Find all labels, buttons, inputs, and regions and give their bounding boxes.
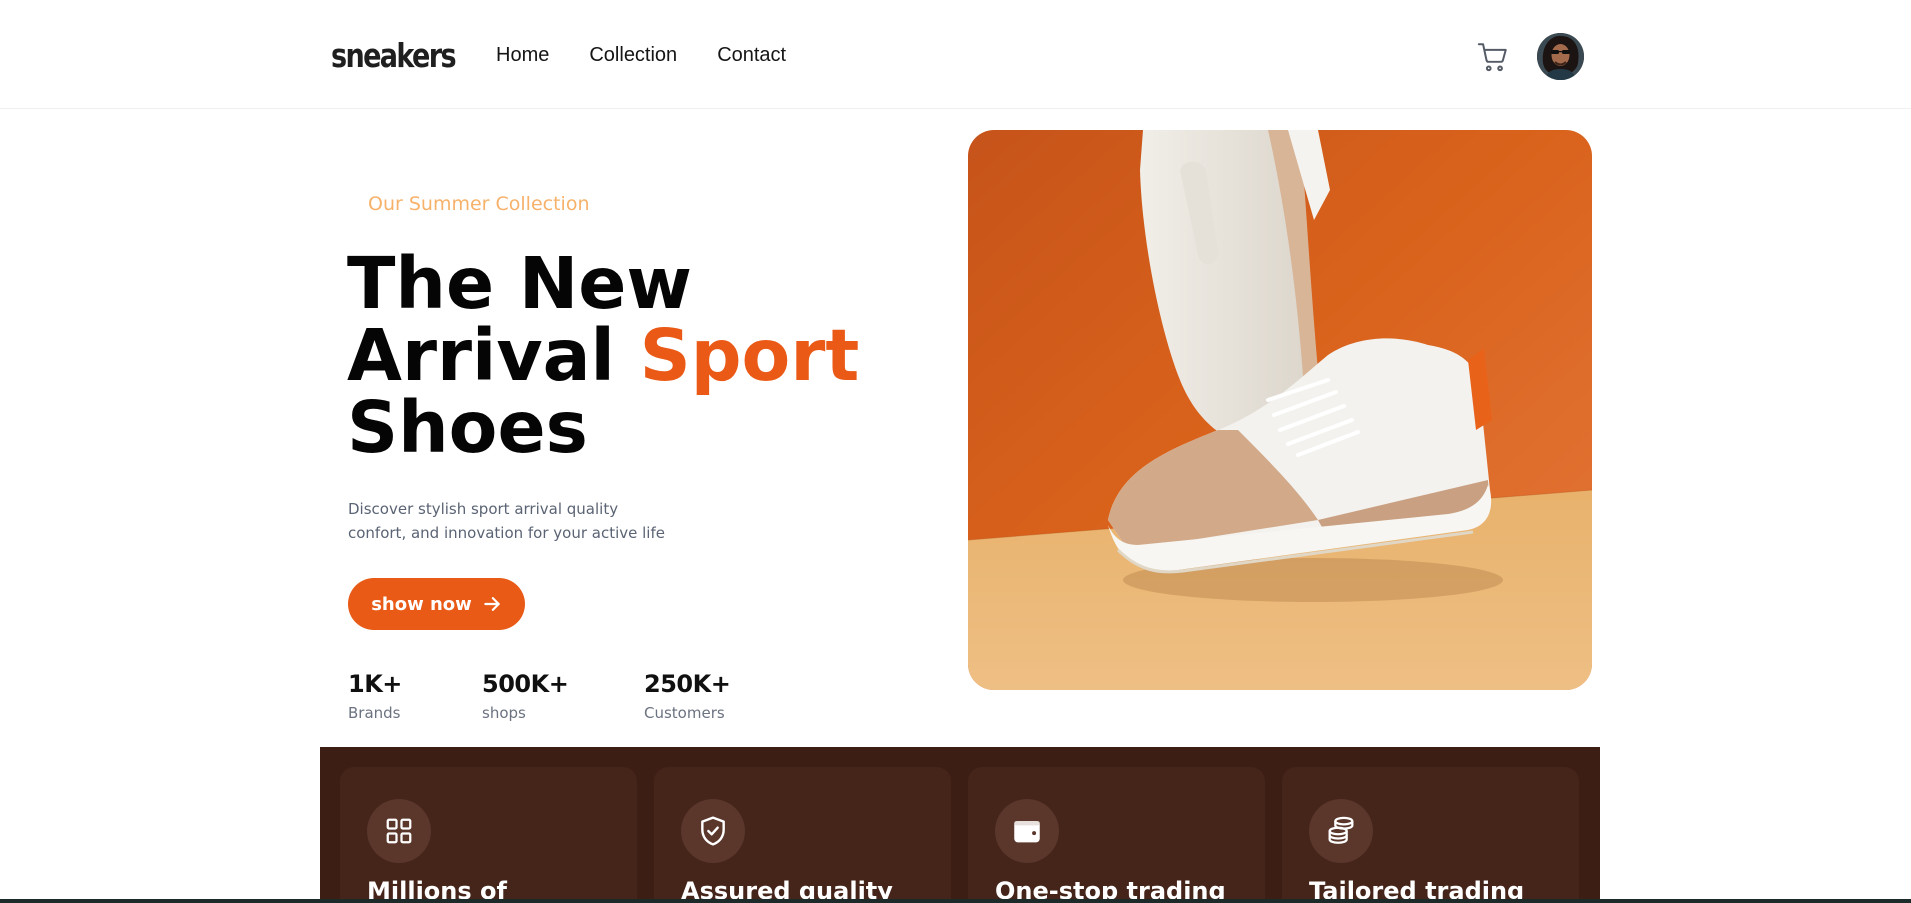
feature-card-one-stop[interactable]: One-stop trading — [968, 767, 1265, 903]
show-now-button[interactable]: show now — [348, 578, 525, 630]
stat-value: 500K+ — [482, 670, 569, 698]
stat-label: shops — [482, 704, 526, 722]
stat-label: Customers — [644, 704, 725, 722]
hero-description: Discover stylish sport arrival quality c… — [348, 497, 678, 545]
nav-contact[interactable]: Contact — [717, 44, 786, 67]
show-now-label: show now — [371, 593, 472, 615]
hero-stats: 1K+ Brands 500K+ shops 250K+ Customers — [348, 670, 731, 722]
logo[interactable]: sneakers — [331, 36, 457, 75]
hero-eyebrow: Our Summer Collection — [368, 193, 590, 215]
shield-check-icon — [681, 799, 745, 863]
bottom-divider — [0, 899, 1911, 903]
hero-title-line1: The New — [347, 242, 693, 325]
feature-card-tailored[interactable]: Tailored trading — [1282, 767, 1579, 903]
feature-card-quality[interactable]: Assured quality — [654, 767, 951, 903]
main-nav: Home Collection Contact — [496, 44, 786, 67]
stat-value: 250K+ — [644, 670, 731, 698]
hero-title-line2a: Arrival — [347, 314, 640, 397]
feature-card-millions[interactable]: Millions of — [340, 767, 637, 903]
nav-home[interactable]: Home — [496, 44, 549, 67]
stat-brands: 1K+ Brands — [348, 670, 482, 722]
features-section: Millions of Assured quality One-stop tra… — [320, 747, 1600, 903]
hero-title-accent: Sport — [639, 314, 860, 397]
arrow-right-icon — [484, 597, 500, 611]
stat-value: 1K+ — [348, 670, 402, 698]
hero-sneaker-image — [968, 130, 1592, 690]
stat-shops: 500K+ shops — [482, 670, 644, 722]
nav-collection[interactable]: Collection — [589, 44, 677, 67]
hero-title-line3: Shoes — [347, 386, 588, 469]
stat-customers: 250K+ Customers — [644, 670, 731, 722]
hero-description-line1: Discover stylish sport arrival quality — [348, 500, 619, 518]
cart-icon[interactable] — [1476, 40, 1510, 74]
avatar[interactable] — [1537, 33, 1584, 80]
wallet-icon — [995, 799, 1059, 863]
stat-label: Brands — [348, 704, 401, 722]
hero-title: The New Arrival Sport Shoes — [347, 248, 859, 464]
grid-icon — [367, 799, 431, 863]
coins-icon — [1309, 799, 1373, 863]
site-header: sneakers Home Collection Contact — [0, 0, 1911, 109]
hero-description-line2: confort, and innovation for your active … — [348, 524, 665, 542]
